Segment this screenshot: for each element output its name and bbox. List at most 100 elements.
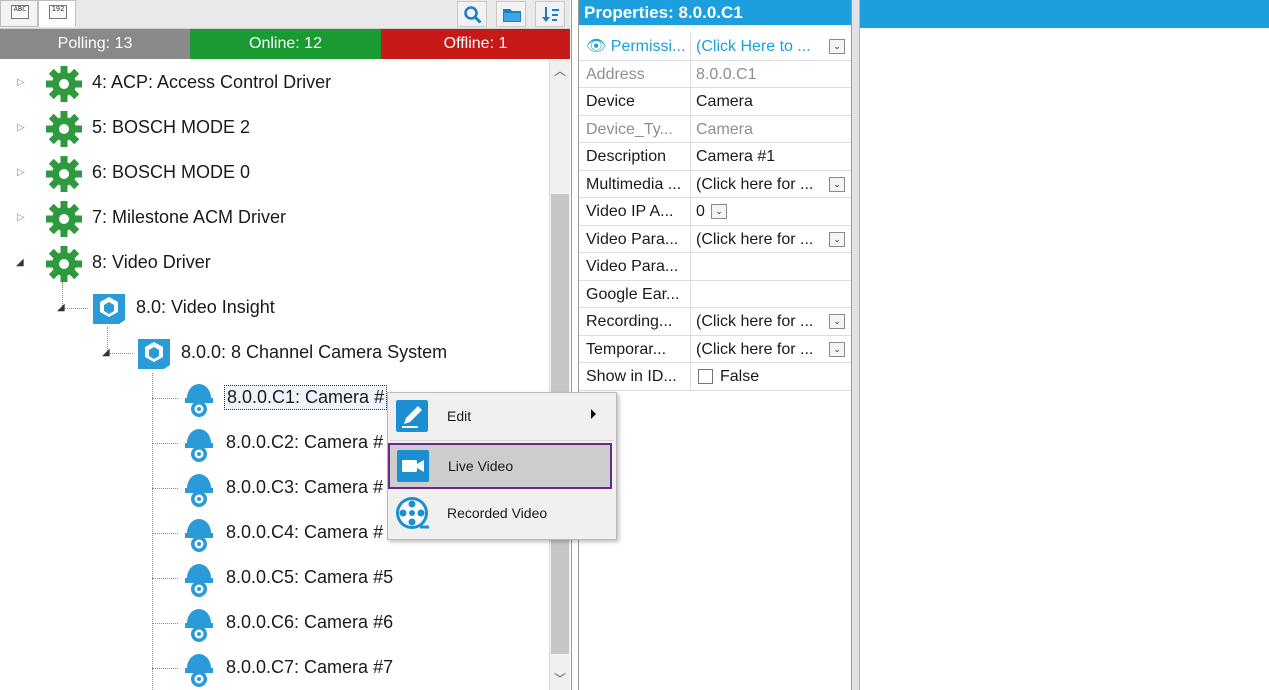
tab-address-view[interactable]: 192 [38, 0, 76, 27]
dropdown-arrow-icon[interactable]: ⌄ [829, 231, 845, 247]
tree-node-camera-system[interactable]: ◢ 8.0.0: 8 Channel Camera System [95, 331, 545, 376]
property-value: False [720, 368, 760, 385]
property-row[interactable]: 👁 Permissi... (Click Here to ... ⌄ [579, 33, 851, 61]
collapse-arrow-icon[interactable]: ◢ [16, 258, 26, 268]
menu-item-live-video[interactable]: Live Video [388, 443, 612, 489]
property-row[interactable]: Video Para... (Click here for ... ⌄ [579, 225, 851, 253]
dropdown-arrow-icon[interactable]: ⌄ [829, 39, 845, 54]
tree-toolbar: ABC 192 [0, 0, 570, 29]
tree-node-driver-5[interactable]: ▷ 5: BOSCH MODE 2 [0, 106, 545, 151]
property-row[interactable]: Address 8.0.0.C1 [579, 60, 851, 88]
gear-icon [46, 66, 82, 102]
tree-node-video-insight[interactable]: ◢ 8.0: Video Insight [50, 286, 545, 331]
tree-node-label: 8.0.0.C6: Camera #6 [226, 612, 394, 632]
expand-arrow-icon[interactable]: ▷ [17, 123, 27, 133]
property-row[interactable]: Temporar... (Click here for ... ⌄ [579, 335, 851, 363]
tree-node-camera-c6[interactable]: 8.0.0.C6: Camera #6 [180, 601, 545, 646]
dome-camera-icon [185, 384, 213, 417]
property-row[interactable]: Video Para... [579, 253, 851, 281]
edit-pencil-icon [396, 400, 428, 432]
tree-node-driver-4[interactable]: ▷ 4: ACP: Access Control Driver [0, 61, 545, 106]
collapse-arrow-icon[interactable]: ◢ [57, 303, 67, 313]
column-divider [690, 308, 691, 335]
panel-splitter[interactable] [852, 0, 860, 690]
system-cube-icon [93, 294, 125, 324]
property-name: Video Para... [586, 230, 679, 248]
property-value: (Click here for ... [696, 175, 814, 193]
context-menu: Edit Live Video Recorded Video [387, 392, 617, 540]
tab-abc-view[interactable]: ABC [0, 0, 38, 27]
tree-scrollbar[interactable]: ︿ ﹀ [549, 60, 570, 690]
search-button[interactable] [457, 1, 487, 27]
property-row[interactable]: Video IP A... 0 ⌄ [579, 198, 851, 226]
expand-arrow-icon[interactable]: ▷ [17, 78, 27, 88]
menu-item-recorded-video[interactable]: Recorded Video [388, 491, 616, 535]
property-value: 8.0.0.C1 [696, 65, 757, 83]
column-divider [690, 225, 691, 253]
expand-arrow-icon[interactable]: ▷ [17, 213, 27, 223]
dome-camera-icon [185, 429, 213, 462]
system-cube-icon [138, 339, 170, 369]
column-divider [690, 363, 691, 390]
column-divider [690, 60, 691, 88]
property-row[interactable]: Google Ear... [579, 280, 851, 308]
column-divider [690, 198, 691, 225]
tree-node-driver-6[interactable]: ▷ 6: BOSCH MODE 0 [0, 151, 545, 196]
scroll-down-arrow-icon[interactable]: ﹀ [550, 668, 570, 690]
tree-node-driver-7[interactable]: ▷ 7: Milestone ACM Driver [0, 196, 545, 241]
tree-node-label: 8.0.0.C1: Camera # [224, 385, 388, 410]
tree-connector [152, 398, 178, 399]
video-camera-icon [397, 450, 429, 482]
tree-node-label: 4: ACP: Access Control Driver [92, 72, 332, 92]
dropdown-arrow-icon[interactable]: ⌄ [829, 314, 845, 329]
gear-icon [46, 156, 82, 192]
menu-item-label: Live Video [448, 458, 514, 474]
film-reel-icon [396, 497, 429, 529]
tree-node-camera-c7[interactable]: 8.0.0.C7: Camera #7 [180, 646, 545, 690]
property-row[interactable]: Device Camera [579, 88, 851, 116]
property-value: Camera #1 [696, 148, 776, 165]
folder-button[interactable] [496, 1, 526, 27]
tree-connector [152, 533, 178, 534]
menu-separator [390, 440, 614, 441]
property-row[interactable]: Description Camera #1 [579, 143, 851, 171]
scroll-up-arrow-icon[interactable]: ︿ [550, 60, 570, 82]
tree-node-driver-8[interactable]: ◢ 8: Video Driver [0, 241, 545, 286]
tree-connector [152, 373, 153, 690]
property-name: Temporar... [586, 340, 667, 358]
dropdown-arrow-icon[interactable]: ⌄ [829, 176, 845, 192]
dome-camera-icon [185, 519, 213, 552]
folder-icon [503, 9, 521, 22]
property-name: Video IP A... [586, 203, 674, 220]
tree-node-camera-c5[interactable]: 8.0.0.C5: Camera #5 [180, 556, 545, 601]
dome-camera-icon [185, 474, 213, 507]
collapse-arrow-icon[interactable]: ◢ [102, 348, 112, 358]
online-count: Online: 12 [190, 29, 381, 59]
property-name: Show in ID... [586, 368, 677, 385]
dropdown-arrow-icon[interactable]: ⌄ [829, 341, 845, 357]
column-divider [690, 280, 691, 308]
sort-button[interactable] [535, 1, 565, 27]
tree-node-label: 8.0.0.C4: Camera # [226, 522, 384, 542]
tree-node-label: 7: Milestone ACM Driver [92, 207, 287, 227]
expand-arrow-icon[interactable]: ▷ [17, 168, 27, 178]
dropdown-arrow-icon[interactable]: ⌄ [711, 204, 727, 219]
address-icon: 192 [49, 5, 67, 19]
property-row[interactable]: Device_Ty... Camera [579, 115, 851, 143]
column-divider [690, 335, 691, 363]
property-value: Camera [696, 120, 753, 138]
menu-item-edit[interactable]: Edit [388, 394, 616, 438]
tree-connector [152, 443, 178, 444]
property-value: (Click here for ... [696, 340, 814, 358]
offline-count: Offline: 1 [381, 29, 570, 59]
properties-grid: 👁 Permissi... (Click Here to ... ⌄ Addre… [579, 33, 851, 391]
tree-node-label: 6: BOSCH MODE 0 [92, 162, 251, 182]
property-row[interactable]: Show in ID... False [579, 363, 851, 391]
sort-icon [542, 7, 559, 22]
property-row[interactable]: Recording... (Click here for ... ⌄ [579, 308, 851, 336]
menu-item-label: Edit [447, 408, 472, 424]
tree-node-label: 8.0: Video Insight [136, 297, 275, 317]
property-row[interactable]: Multimedia ... (Click here for ... ⌄ [579, 170, 851, 198]
property-value: (Click Here to ... [696, 38, 811, 55]
show-in-checkbox[interactable] [698, 369, 713, 384]
